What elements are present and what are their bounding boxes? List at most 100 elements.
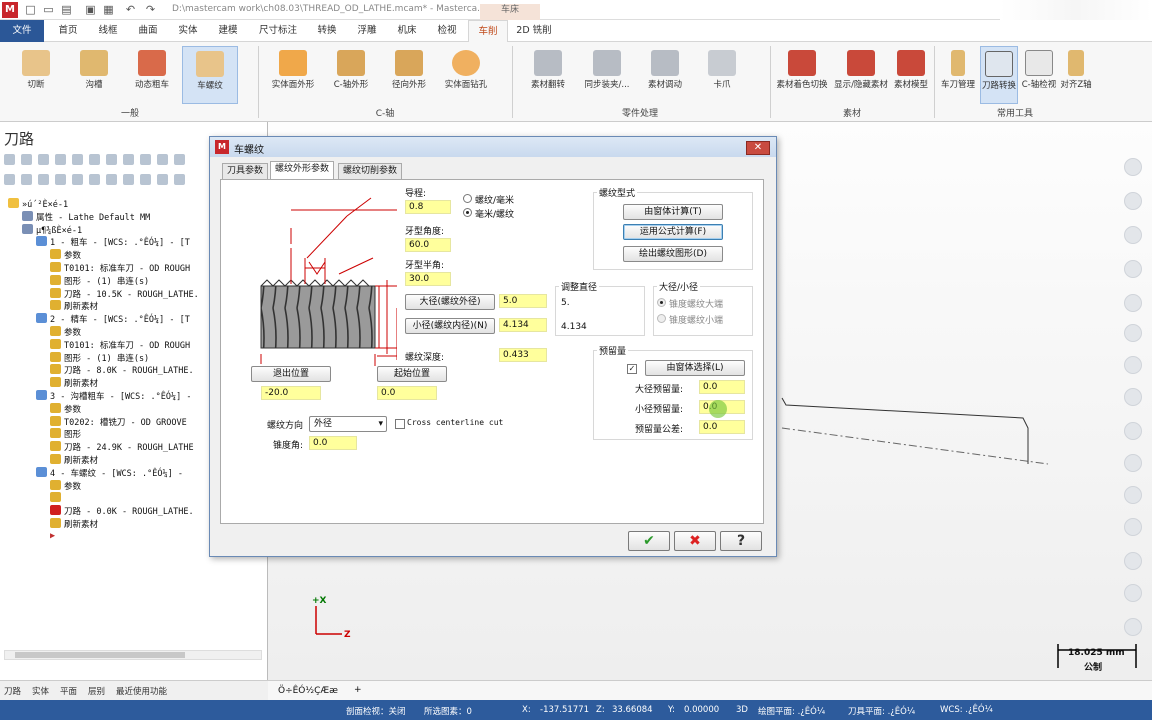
viewport-tool-icon[interactable] (1124, 552, 1142, 570)
tab-toolpaths[interactable]: 刀路 (4, 685, 21, 697)
major-allowance-input[interactable]: 0.0 (699, 380, 745, 394)
stock-model-button[interactable]: 素材模型 (892, 46, 930, 90)
tree-node[interactable]: 1 - 粗车 - [WCS: .°ÊÓ¼] - [T (36, 236, 190, 248)
dialog-title-bar[interactable]: M 车螺纹 ✕ (210, 137, 776, 157)
tree-node[interactable]: 3 - 沟槽粗车 - [WCS: .°ÊÓ¼] - (36, 390, 191, 402)
start-position-input[interactable]: 0.0 (377, 386, 437, 400)
thread-direction-select[interactable]: 外径 ▾ (309, 416, 387, 432)
tab-solids[interactable]: 实体 (172, 20, 204, 42)
stock-flip-button[interactable]: 素材翻转 (522, 46, 574, 90)
tab-solids-panel[interactable]: 实体 (32, 685, 49, 697)
open-folder-icon[interactable]: ▤ (60, 3, 73, 16)
minor-diameter-button[interactable]: 小径(螺纹内径)(N) (405, 318, 495, 334)
stock-shading-button[interactable]: 素材着色切换 (774, 46, 830, 90)
solid-face-contour-button[interactable]: 实体面外形 (268, 46, 318, 90)
viewport-tool-icon[interactable] (1124, 192, 1142, 210)
viewport-tool-icon[interactable] (1124, 422, 1142, 440)
tree-node[interactable]: µ¶¾ßÈ×é-1 (22, 223, 82, 236)
major-diameter-input[interactable]: 5.0 (499, 294, 547, 308)
allowance-checkbox[interactable]: ✓ (627, 364, 637, 374)
tab-planes[interactable]: 平面 (60, 685, 77, 697)
tab-thread-cut-parameters[interactable]: 螺纹切削参数 (338, 163, 403, 180)
ok-button[interactable]: ✔ (628, 531, 670, 551)
tree-node[interactable]: T0101: 标准车刀 - OD ROUGH (50, 262, 190, 274)
taper-major-end-radio[interactable] (657, 298, 666, 307)
viewport-tool-icon[interactable] (1124, 618, 1142, 636)
viewport-tool-icon[interactable] (1124, 518, 1142, 536)
mm-per-thread-radio[interactable] (463, 208, 472, 217)
tab-home[interactable]: 首页 (52, 20, 84, 42)
select-from-table-button[interactable]: 由窗体选择(L) (645, 360, 745, 376)
end-position-input[interactable]: -20.0 (261, 386, 321, 400)
tab-machine[interactable]: 机床 (390, 20, 424, 42)
tree-node[interactable]: 4 - 车螺纹 - [WCS: .°ÊÓ¼] - (36, 466, 183, 479)
tree-node[interactable]: 图形 - (1) 串连(s) (50, 274, 149, 287)
tree-node[interactable]: T0202: 槽铣刀 - OD GROOVE (50, 415, 187, 428)
tab-tool-parameters[interactable]: 刀具参数 (222, 163, 269, 180)
stock-advance-button[interactable]: 素材调动 (640, 46, 690, 90)
tree-node[interactable]: 刀路 - 0.0K - ROUGH_LATHE. (50, 505, 194, 517)
minor-diameter-input[interactable]: 4.134 (499, 318, 547, 332)
undo-icon[interactable]: ↶ (124, 3, 137, 16)
tab-file[interactable]: 文件 (0, 20, 44, 42)
tab-recent-functions[interactable]: 最近使用功能 (116, 685, 167, 697)
end-position-button[interactable]: 退出位置 (251, 366, 331, 382)
viewport-tool-icon[interactable] (1124, 388, 1142, 406)
tab-relief[interactable]: 浮雕 (350, 20, 384, 42)
align-z-button[interactable]: 对齐Z轴 (1058, 46, 1094, 90)
viewport-tool-icon[interactable] (1124, 454, 1142, 472)
viewport-tool-icon[interactable] (1124, 356, 1142, 374)
taper-minor-end-radio[interactable] (657, 314, 666, 323)
tree-node[interactable]: 参数 (50, 249, 81, 261)
sync-chuck-button[interactable]: 同步装夹/... (580, 46, 634, 90)
viewport-tool-icon[interactable] (1124, 226, 1142, 244)
wcs-status[interactable]: WCS: .¿ÊÓ¼ (940, 705, 993, 715)
cancel-button[interactable]: ✖ (674, 531, 716, 551)
redo-icon[interactable]: ↷ (144, 3, 157, 16)
help-button[interactable]: ? (720, 531, 762, 551)
tab-surfaces[interactable]: 曲面 (132, 20, 164, 42)
section-view-status[interactable]: 剖面检视：关闭 (346, 705, 406, 717)
toolpath-toolbar-1[interactable] (4, 154, 191, 168)
tree-node[interactable]: 参数 (50, 326, 81, 338)
tree-node[interactable]: 参数 (50, 402, 81, 415)
thread-depth-input[interactable]: 0.433 (499, 348, 547, 362)
tab-wireframe[interactable]: 线框 (92, 20, 124, 42)
horizontal-scrollbar[interactable] (4, 650, 262, 660)
viewport-tool-icon[interactable] (1124, 260, 1142, 278)
tree-node[interactable]: 图形 (50, 428, 81, 440)
solid-face-drill-button[interactable]: 实体面钻孔 (440, 46, 492, 90)
draw-plane[interactable]: 绘图平面: .¿ÊÓ¼ (758, 705, 825, 717)
cross-centerline-checkbox[interactable] (395, 419, 405, 429)
threads-per-mm-radio[interactable] (463, 194, 472, 203)
toolpath-transform-button[interactable]: 刀路转换 (980, 46, 1018, 104)
tab-thread-shape-parameters[interactable]: 螺纹外形参数 (270, 161, 335, 180)
viewport-tool-icon[interactable] (1124, 324, 1142, 342)
tool-manager-button[interactable]: 车刀管理 (938, 46, 978, 90)
tab-levels[interactable]: 层别 (88, 685, 105, 697)
taper-angle-input[interactable]: 0.0 (309, 436, 357, 450)
tab-drafting[interactable]: 尺寸标注 (254, 20, 302, 42)
viewsheet-tab-main[interactable]: Ö÷ÊÓ½ÇÆæ (278, 686, 338, 696)
tab-2d-milling[interactable]: 2D 铣削 (512, 20, 556, 42)
compute-from-formula-button[interactable]: 运用公式计算(F) (623, 224, 723, 240)
lead-input[interactable]: 0.8 (405, 200, 451, 214)
allowance-tolerance-input[interactable]: 0.0 (699, 420, 745, 434)
viewport-tool-icon[interactable] (1124, 486, 1142, 504)
tab-transform[interactable]: 转换 (310, 20, 344, 42)
viewport-tool-icon[interactable] (1124, 158, 1142, 176)
tree-node[interactable]: 刷新素材 (50, 300, 98, 312)
compute-from-table-button[interactable]: 由窗体计算(T) (623, 204, 723, 220)
cutoff-button[interactable]: 切断 (14, 46, 58, 90)
tree-node[interactable]: 图形 - (1) 串连(s) (50, 351, 149, 364)
viewport-tool-icon[interactable] (1124, 584, 1142, 602)
half-angle-input[interactable]: 30.0 (405, 272, 451, 286)
tree-node[interactable]: 刀路 - 8.0K - ROUGH_LATHE. (50, 364, 194, 376)
print-icon[interactable]: ▦ (102, 3, 115, 16)
tree-node[interactable]: 参数 (50, 479, 81, 492)
tree-node[interactable]: 2 - 精车 - [WCS: .°ÊÓ¼] - [T (36, 313, 190, 325)
tree-node[interactable]: 刀路 - 10.5K - ROUGH_LATHE. (50, 287, 199, 300)
tree-node[interactable]: T0101: 标准车刀 - OD ROUGH (50, 338, 190, 351)
tab-turning[interactable]: 车削 (468, 20, 508, 42)
draw-thread-geometry-button[interactable]: 绘出螺纹图形(D) (623, 246, 723, 262)
